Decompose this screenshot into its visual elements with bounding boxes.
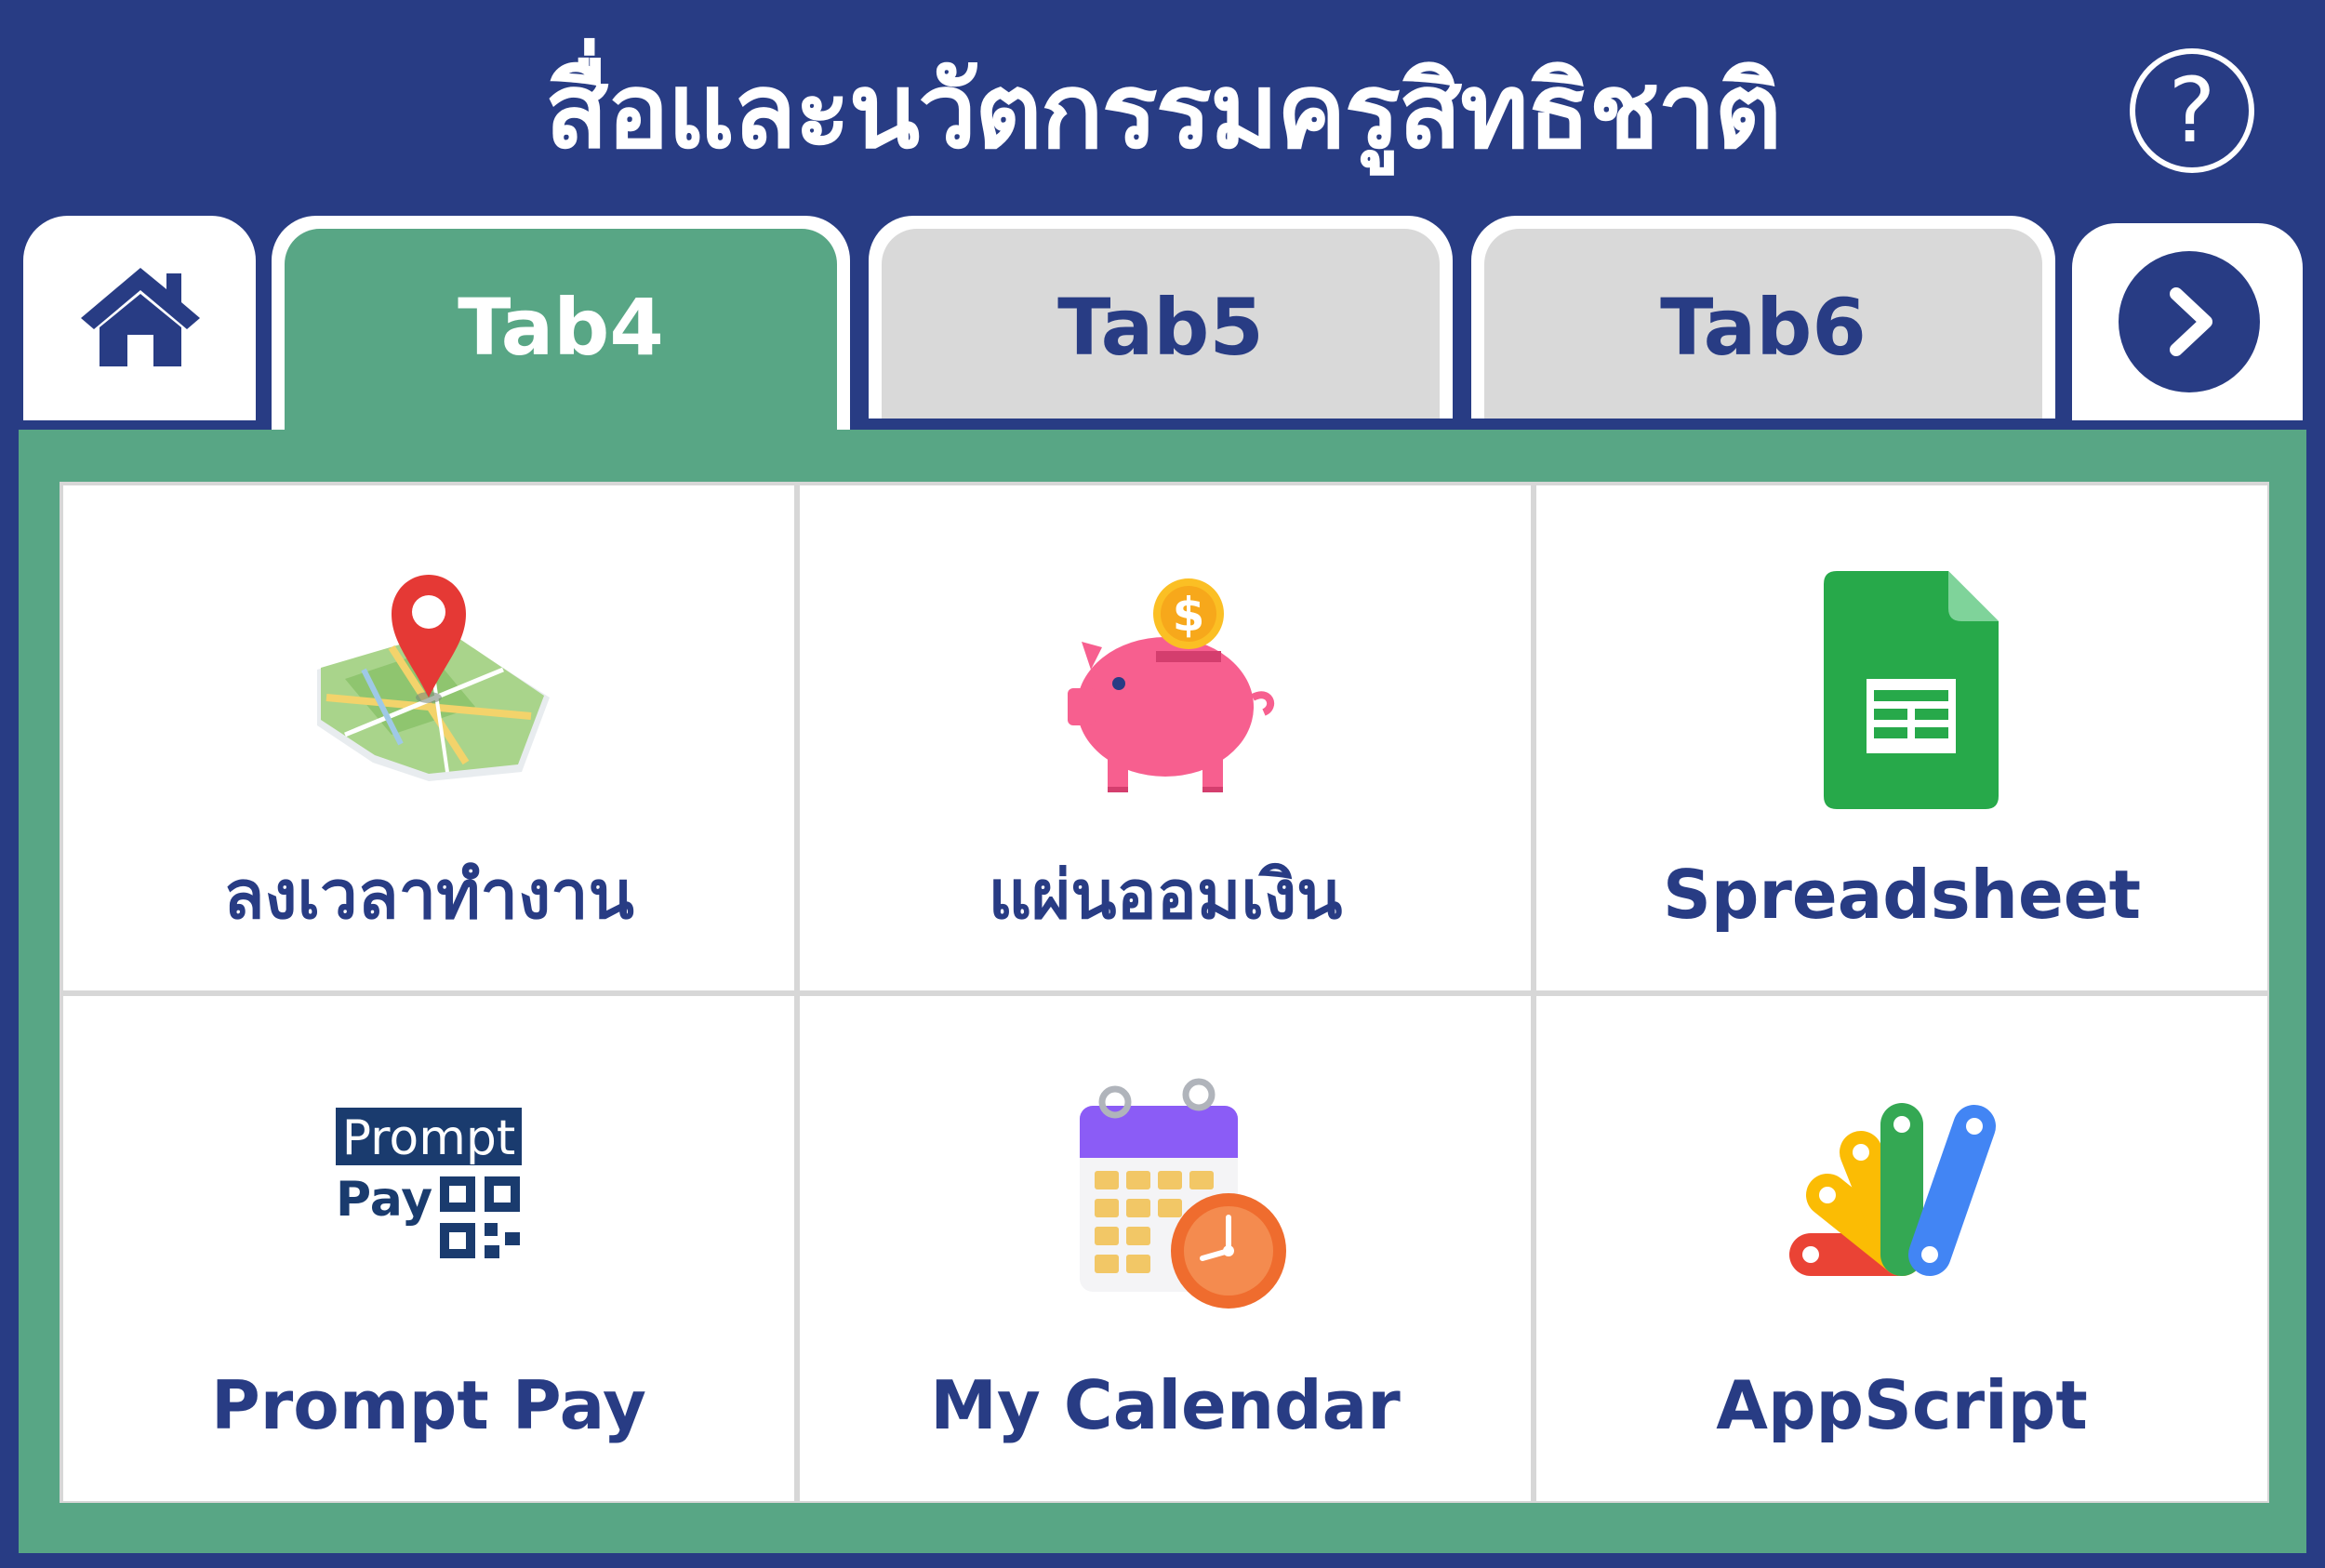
tab-6-label: Tab6 <box>1660 282 1867 373</box>
svg-text:Prompt: Prompt <box>342 1110 516 1166</box>
card-spreadsheet[interactable]: Spreadsheet <box>1536 485 2267 990</box>
chevron-right-icon <box>2170 287 2212 356</box>
card-my-calendar[interactable]: My Calendar <box>800 996 1531 1501</box>
calendar-clock-icon <box>1026 1069 1305 1329</box>
map-pin-icon <box>289 558 568 818</box>
spreadsheet-icon <box>1762 558 2041 818</box>
tab-4-label: Tab4 <box>458 282 664 373</box>
content-panel: ลงเวลาทำงาน $ แผ่นออมเงิน Spreadsheet Pr… <box>19 430 2306 1553</box>
home-icon <box>81 268 200 366</box>
help-button[interactable]: ? <box>2130 48 2254 173</box>
app-header: สื่อและนวัตกรรมครูสิทธิชาติ ? <box>0 0 2325 216</box>
card-time-attendance[interactable]: ลงเวลาทำงาน <box>63 485 794 990</box>
tab-4[interactable]: Tab4 <box>272 216 850 459</box>
card-label: My Calendar <box>930 1366 1401 1444</box>
card-label: ลงเวลาทำงาน <box>223 856 634 934</box>
next-button[interactable] <box>2119 251 2260 392</box>
next-tab <box>2072 223 2303 420</box>
card-appscript[interactable]: AppScript <box>1536 996 2267 1501</box>
card-label: Prompt Pay <box>211 1366 646 1444</box>
app-grid: ลงเวลาทำงาน $ แผ่นออมเงิน Spreadsheet Pr… <box>60 482 2269 1503</box>
tab-5[interactable]: Tab5 <box>869 216 1453 419</box>
appscript-icon <box>1762 1069 2041 1329</box>
svg-text:Pay: Pay <box>336 1172 432 1228</box>
tab-4-surface: Tab4 <box>285 229 837 459</box>
tab-6[interactable]: Tab6 <box>1471 216 2055 419</box>
card-label: แผ่นออมเงิน <box>988 856 1343 934</box>
piggy-bank-icon: $ <box>1026 558 1305 818</box>
home-tab[interactable] <box>23 216 256 420</box>
card-promptpay[interactable]: Prompt Pay Prompt Pay <box>63 996 794 1501</box>
tab-6-surface: Tab6 <box>1484 229 2042 419</box>
card-label: AppScript <box>1716 1366 2088 1444</box>
card-label: Spreadsheet <box>1662 856 2142 934</box>
tab-5-label: Tab5 <box>1057 282 1264 373</box>
svg-text:$: $ <box>1173 588 1205 642</box>
page-title: สื่อและนวัตกรรมครูสิทธิชาติ <box>544 51 1782 172</box>
card-savings-sheet[interactable]: $ แผ่นออมเงิน <box>800 485 1531 990</box>
promptpay-icon: Prompt Pay <box>289 1069 568 1329</box>
tab-5-surface: Tab5 <box>882 229 1440 419</box>
